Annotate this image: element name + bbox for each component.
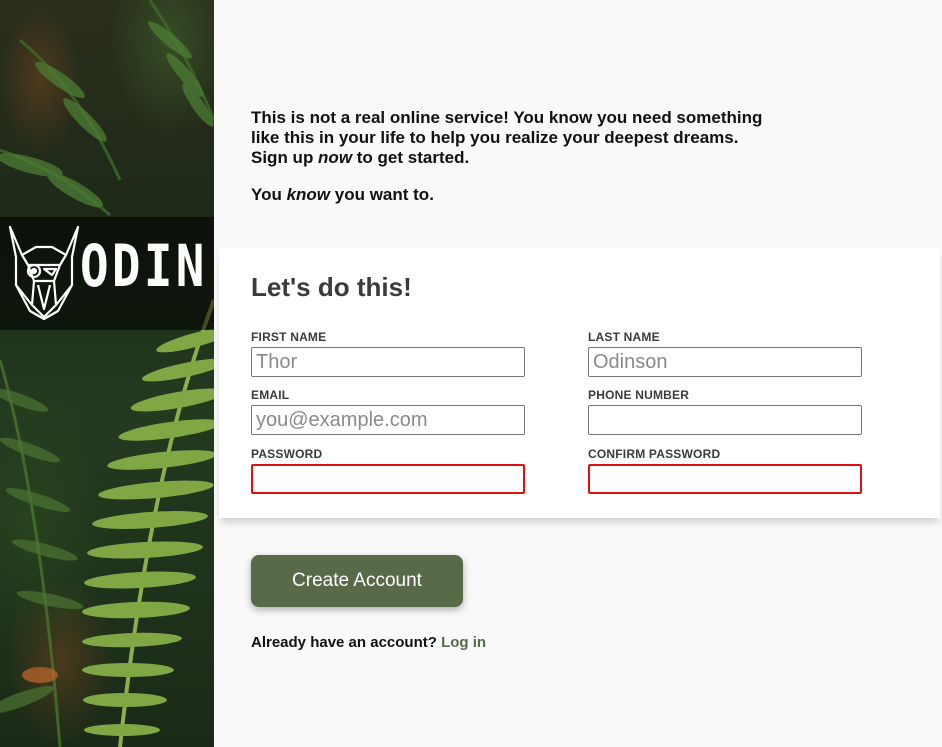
know-suffix: you want to. <box>330 185 434 204</box>
intro-line: This is not a real online service! You k… <box>251 108 763 147</box>
password-group: PASSWORD <box>251 447 525 494</box>
first-name-input[interactable] <box>251 347 525 377</box>
password-input[interactable] <box>251 464 525 494</box>
know-paragraph: You know you want to. <box>251 185 771 205</box>
password-label: PASSWORD <box>251 447 323 461</box>
confirm-password-label: CONFIRM PASSWORD <box>588 447 721 461</box>
login-link[interactable]: Log in <box>441 634 486 651</box>
phone-group: PHONE NUMBER <box>588 388 862 435</box>
first-name-group: FIRST NAME <box>251 330 525 377</box>
form-title: Let's do this! <box>251 272 412 302</box>
signup-prefix: Sign up <box>251 148 319 167</box>
email-label: EMAIL <box>251 388 290 402</box>
signup-form: Let's do this! FIRST NAME LAST NAME EMAI… <box>219 248 940 518</box>
intro-paragraph: This is not a real online service! You k… <box>251 108 771 168</box>
last-name-group: LAST NAME <box>588 330 862 377</box>
know-prefix: You <box>251 185 287 204</box>
last-name-input[interactable] <box>588 347 862 377</box>
confirm-password-group: CONFIRM PASSWORD <box>588 447 862 494</box>
know-emphasis: know <box>286 185 331 204</box>
logo-band: ODIN <box>0 217 214 330</box>
login-prompt-text: Already have an account? <box>251 634 437 651</box>
create-account-button[interactable]: Create Account <box>251 555 463 607</box>
login-prompt: Already have an account? Log in <box>251 634 486 651</box>
signup-emphasis: now <box>318 148 353 167</box>
email-input[interactable] <box>251 405 525 435</box>
fern-background-image <box>0 0 214 747</box>
phone-input[interactable] <box>588 405 862 435</box>
last-name-label: LAST NAME <box>588 330 660 344</box>
viking-helmet-icon <box>8 225 80 321</box>
signup-suffix: to get started. <box>352 148 470 167</box>
hero-image-panel: ODIN <box>0 0 214 747</box>
confirm-password-input[interactable] <box>588 464 862 494</box>
email-group: EMAIL <box>251 388 525 435</box>
intro-text: This is not a real online service! You k… <box>251 108 771 222</box>
phone-label: PHONE NUMBER <box>588 388 690 402</box>
first-name-label: FIRST NAME <box>251 330 327 344</box>
brand-name: ODIN <box>80 232 208 300</box>
